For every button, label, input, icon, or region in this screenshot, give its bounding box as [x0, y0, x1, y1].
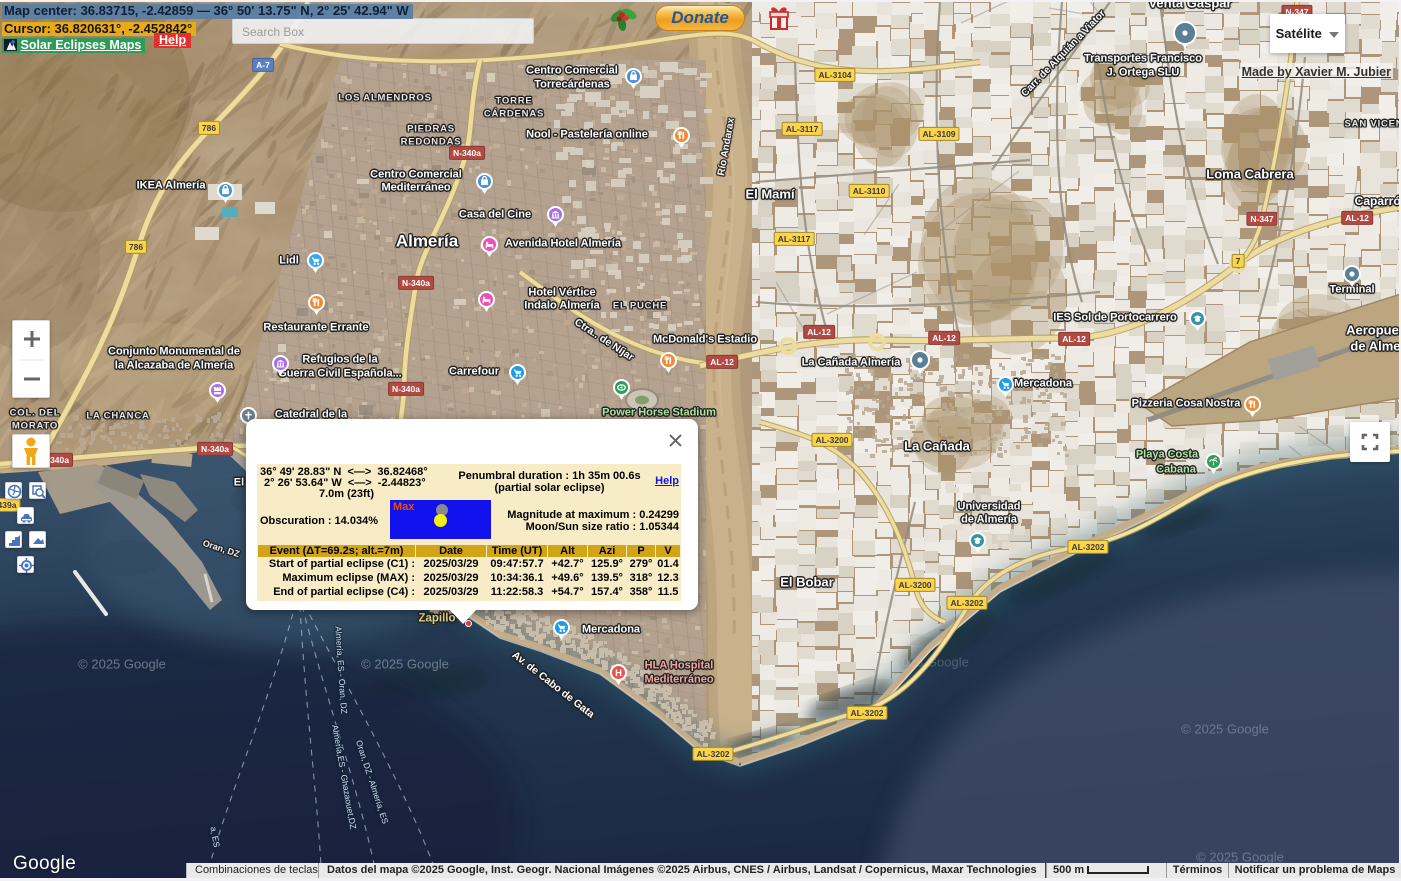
svg-text:H: H [615, 667, 622, 678]
